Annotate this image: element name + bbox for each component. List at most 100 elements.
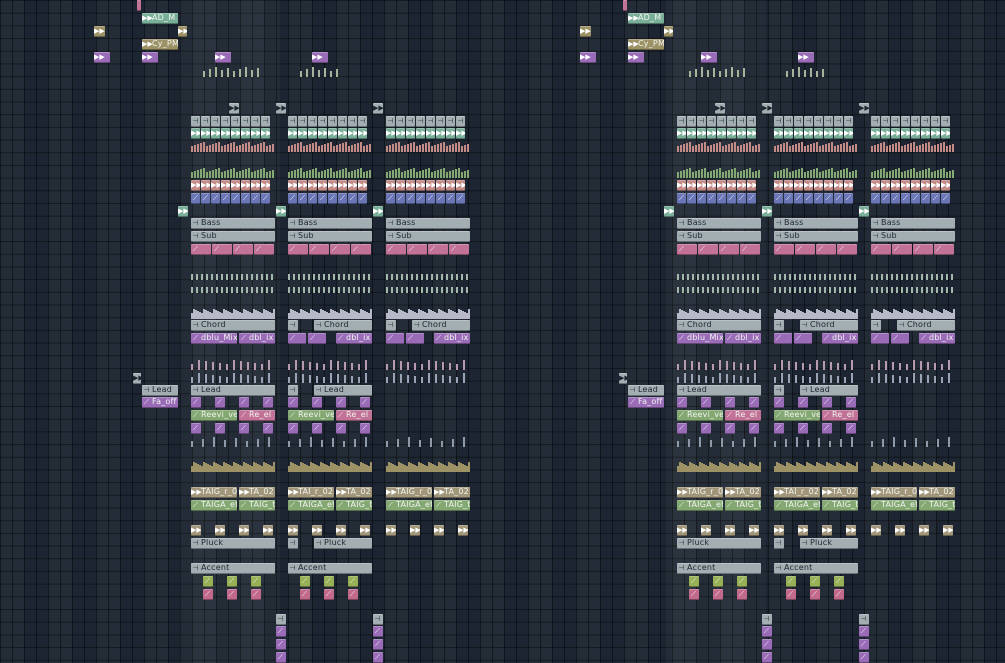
shaker-strip[interactable] <box>191 308 275 319</box>
drum-clip[interactable]: ⊣ <box>406 116 415 127</box>
drum-clip[interactable]: ▶▶ <box>871 128 880 139</box>
bass-auto-clip[interactable]: ⟋ <box>837 244 857 255</box>
drum-auto-clip[interactable]: ⟋ <box>911 193 920 204</box>
drum-auto-clip[interactable]: ⟋ <box>211 193 220 204</box>
hat-strip[interactable] <box>677 269 761 280</box>
accent-auto-clip[interactable]: ⟋ <box>203 576 213 587</box>
lead-auto-clip[interactable]: ⟋ <box>701 423 711 434</box>
chord-auto[interactable]: ⟋ <box>891 333 909 344</box>
clip-dbl-ix[interactable]: ⟋ dbl_ix <box>725 333 761 344</box>
drum-clip[interactable]: ⊣ <box>426 116 435 127</box>
drum-auto-clip[interactable]: ⟋ <box>747 193 756 204</box>
fx-strip[interactable] <box>288 372 372 383</box>
clip-ta-02[interactable]: ▶▶TA_02 <box>725 487 761 498</box>
drum-clip[interactable]: ⊣ <box>717 116 726 127</box>
clip-chord[interactable]: ⊣ Chord <box>897 320 955 331</box>
pluck-pattern-clip[interactable]: ▶▶ <box>798 525 808 536</box>
pluck-pattern-clip[interactable]: ▶▶ <box>386 525 396 536</box>
drum-clip[interactable]: ▶▶ <box>824 128 833 139</box>
lead-auto-clip[interactable]: ⟋ <box>774 397 784 408</box>
drum-clip[interactable]: ▶▶ <box>308 128 317 139</box>
bass-auto-clip[interactable]: ⟋ <box>212 244 232 255</box>
drum-clip[interactable]: ▶▶ <box>348 128 357 139</box>
drum-clip[interactable]: ▶▶ <box>446 180 455 191</box>
clip-chord[interactable]: ⊣ Chord <box>412 320 470 331</box>
drum-clip[interactable]: ▶▶ <box>416 128 425 139</box>
accent-auto-clip[interactable]: ⟋ <box>689 576 699 587</box>
hat-strip[interactable] <box>386 269 470 280</box>
drum-auto-clip[interactable]: ⟋ <box>318 193 327 204</box>
drum-clip[interactable]: ⊣ <box>727 116 736 127</box>
drum-clip[interactable]: ⊣ <box>814 116 823 127</box>
intro-clip[interactable]: ▶▶ <box>142 52 158 63</box>
clip-accent[interactable]: ⊣ Accent <box>288 563 372 574</box>
intro-clip[interactable]: ▶▶ <box>94 26 105 37</box>
texture-strip[interactable] <box>774 461 858 472</box>
intro-clip[interactable]: ▶▶ <box>628 52 644 63</box>
drum-clip[interactable]: ▶▶ <box>251 180 260 191</box>
clip-sub[interactable]: ⊣ Sub <box>774 231 858 242</box>
drum-auto-clip[interactable]: ⟋ <box>727 193 736 204</box>
fill-clip[interactable]: ▶▶ <box>762 103 772 114</box>
clip-bass[interactable]: ⊣ Bass <box>288 218 372 229</box>
chord-stub[interactable]: ⊣ <box>386 320 396 331</box>
drum-auto-clip[interactable]: ⟋ <box>834 193 843 204</box>
drum-clip[interactable]: ▶▶ <box>697 180 706 191</box>
chord-stub[interactable]: ⊣ <box>871 320 881 331</box>
clip-ta-02[interactable]: ▶▶TA_02 <box>822 487 858 498</box>
clip-dbl-ix[interactable]: ⟋ dbl_ix <box>919 333 955 344</box>
clip-dblu-mix[interactable]: ⟋ dblu_Mix <box>677 333 723 344</box>
accent-auto-clip[interactable]: ⟋ <box>348 576 358 587</box>
clip-dbl-ix[interactable]: ⟋ dbl_ix <box>434 333 470 344</box>
accent-auto-clip[interactable]: ⟋ <box>324 576 334 587</box>
fx-strip[interactable] <box>191 372 275 383</box>
hat-strip[interactable] <box>288 269 372 280</box>
drum-clip[interactable]: ▶▶ <box>747 128 756 139</box>
clip-tai-r-02[interactable]: ▶▶TAI_r_02 <box>288 487 334 498</box>
lead-auto-clip[interactable]: ⟋ <box>677 397 687 408</box>
drum-auto-clip[interactable]: ⟋ <box>416 193 425 204</box>
drum-clip[interactable]: ▶▶ <box>456 128 465 139</box>
drum-clip[interactable]: ▶▶ <box>804 128 813 139</box>
drum-clip[interactable]: ▶▶ <box>891 180 900 191</box>
drum-clip[interactable]: ⊣ <box>261 116 270 127</box>
clip-pluck[interactable]: ⊣ Pluck <box>314 538 372 549</box>
drum-clip[interactable]: ⊣ <box>396 116 405 127</box>
clip-chord[interactable]: ⊣ Chord <box>800 320 858 331</box>
drop-auto-clip[interactable]: ⟋ <box>859 652 869 663</box>
drum-clip[interactable]: ⊣ <box>804 116 813 127</box>
drum-clip[interactable]: ⊣ <box>308 116 317 127</box>
drum-clip[interactable]: ▶▶ <box>191 180 200 191</box>
lead-auto-clip[interactable]: ⟋ <box>701 397 711 408</box>
drum-clip[interactable]: ⊣ <box>921 116 930 127</box>
drum-clip[interactable]: ⊣ <box>697 116 706 127</box>
bass-auto-clip[interactable]: ⟋ <box>795 244 815 255</box>
drum-clip[interactable]: ▶▶ <box>358 128 367 139</box>
drum-clip[interactable]: ▶▶ <box>911 180 920 191</box>
pluck-pattern-clip[interactable]: ▶▶ <box>239 525 249 536</box>
fx-strip[interactable] <box>677 372 761 383</box>
drum-auto-clip[interactable]: ⟋ <box>288 193 297 204</box>
drum-clip[interactable]: ⊣ <box>747 116 756 127</box>
clip-taiga-et[interactable]: ⟋ TAIGA_et <box>871 500 917 511</box>
fill-clip[interactable]: ▶▶ <box>178 206 188 217</box>
drum-auto-clip[interactable]: ⟋ <box>436 193 445 204</box>
clip-dbl-ix[interactable]: ⟋ dbl_ix <box>336 333 372 344</box>
fill-clip[interactable]: ▶▶ <box>762 206 772 217</box>
bass-auto-clip[interactable]: ⟋ <box>698 244 718 255</box>
pluck-pattern-clip[interactable]: ▶▶ <box>191 525 201 536</box>
accent-auto-clip[interactable]: ⟋ <box>324 589 334 600</box>
drum-auto-clip[interactable]: ⟋ <box>191 193 200 204</box>
fx-strip[interactable] <box>774 359 858 370</box>
drum-clip[interactable]: ⊣ <box>707 116 716 127</box>
clip-taig-r-02[interactable]: ▶▶TAIG_r_02 <box>677 487 723 498</box>
hat-strip[interactable] <box>871 282 955 293</box>
bass-auto-clip[interactable]: ⟋ <box>288 244 308 255</box>
chord-stub[interactable]: ⊣ <box>774 320 784 331</box>
drum-clip[interactable]: ⊣ <box>288 116 297 127</box>
marker-clip[interactable] <box>137 0 141 11</box>
drum-clip[interactable]: ▶▶ <box>931 180 940 191</box>
accent-auto-clip[interactable]: ⟋ <box>713 576 723 587</box>
bass-auto-clip[interactable]: ⟋ <box>191 244 211 255</box>
drum-clip[interactable]: ⊣ <box>774 116 783 127</box>
